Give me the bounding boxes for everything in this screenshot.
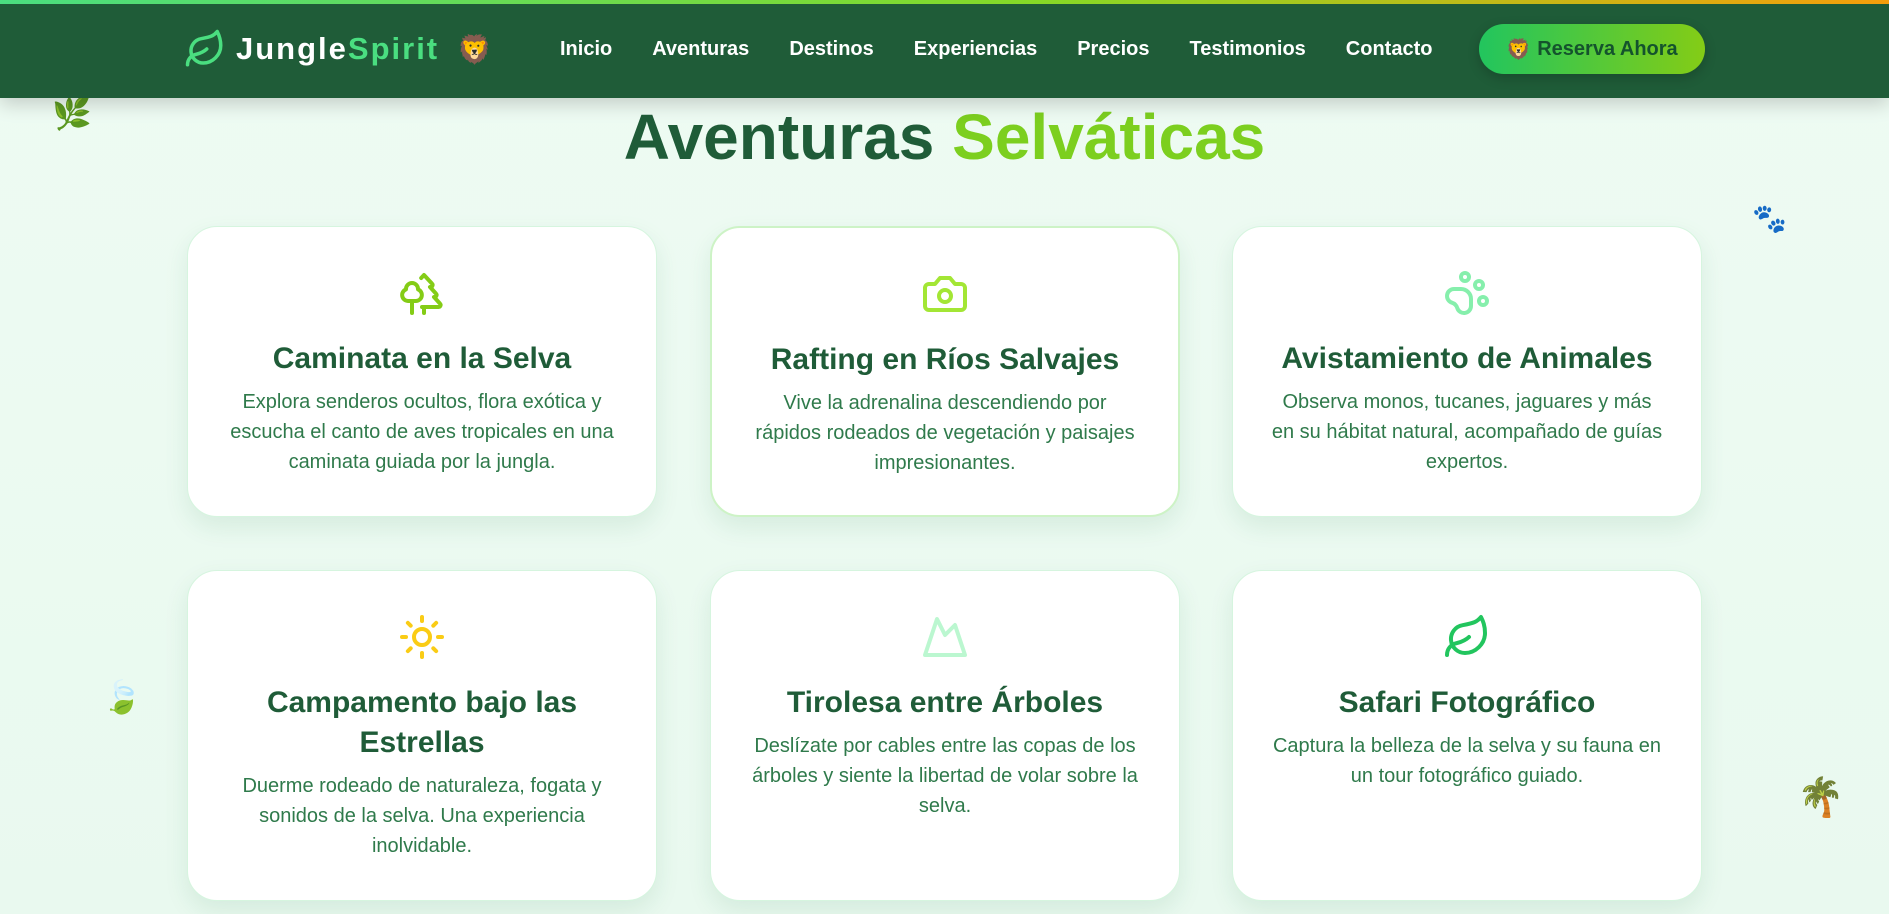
nav-link-destinos[interactable]: Destinos <box>789 38 873 61</box>
camera-icon <box>923 276 967 312</box>
nav-link-inicio[interactable]: Inicio <box>560 38 612 61</box>
leaf-deco-icon: 🍃 <box>102 679 142 715</box>
brand-name-part1: Jungle <box>236 31 348 66</box>
brand-name: JungleSpirit <box>236 31 439 67</box>
reserve-button[interactable]: 🦁 Reserva Ahora <box>1479 24 1705 74</box>
tree-icon <box>400 273 443 315</box>
activity-card[interactable]: Campamento bajo las Estrellas Duerme rod… <box>187 570 657 901</box>
activity-card[interactable]: Avistamiento de Animales Observa monos, … <box>1232 226 1702 517</box>
section-title-part1: Aventuras <box>623 101 935 173</box>
nav-link-contacto[interactable]: Contacto <box>1346 38 1433 61</box>
card-description: Observa monos, tucanes, jaguares y más e… <box>1271 391 1663 473</box>
brand-logo[interactable]: JungleSpirit 🦁 <box>184 24 492 74</box>
lion-icon: 🦁 <box>1506 38 1532 61</box>
nav-link-experiencias[interactable]: Experiencias <box>914 38 1037 61</box>
card-title: Tirolesa entre Árboles <box>786 686 1104 719</box>
nav-link-testimonios[interactable]: Testimonios <box>1189 38 1305 61</box>
card-title: Caminata en la Selva <box>272 342 572 375</box>
activity-card[interactable]: Tirolesa entre Árboles Deslízate por cab… <box>710 570 1180 901</box>
card-title: Avistamiento de Animales <box>1281 342 1653 375</box>
card-description: Deslízate por cables entre las copas de … <box>752 735 1138 817</box>
nav-link-precios[interactable]: Precios <box>1077 38 1149 61</box>
brand-name-part2: Spirit <box>347 31 440 66</box>
top-accent-bar <box>0 0 1889 4</box>
card-title: Rafting en Ríos Salvajes <box>770 343 1120 376</box>
reserve-button-label: Reserva Ahora <box>1537 37 1678 60</box>
sun-icon <box>400 615 444 659</box>
card-description: Explora senderos ocultos, flora exótica … <box>230 391 614 473</box>
section-title-part2: Selváticas <box>952 101 1266 173</box>
card-title: Safari Fotográfico <box>1338 686 1596 719</box>
lion-icon: 🦁 <box>457 33 493 65</box>
paw-icon <box>1445 271 1489 315</box>
paws-icon: 🐾 <box>1752 203 1787 234</box>
activity-card[interactable]: Safari Fotográfico Captura la belleza de… <box>1232 570 1702 901</box>
section-title: Aventuras Selváticas <box>0 100 1889 174</box>
palm-tree-icon: 🌴 <box>1797 777 1845 819</box>
nav-link-aventuras[interactable]: Aventuras <box>652 38 749 61</box>
activity-card[interactable]: Caminata en la Selva Explora senderos oc… <box>187 226 657 517</box>
leaf-logo-icon <box>185 29 223 67</box>
card-description: Captura la belleza de la selva y su faun… <box>1272 735 1662 787</box>
main-nav: Inicio Aventuras Destinos Experiencias P… <box>560 28 1432 70</box>
card-title: Campamento bajo las Estrellas <box>266 686 578 759</box>
card-description: Vive la adrenalina descendiendo por rápi… <box>755 392 1135 474</box>
card-description: Duerme rodeado de naturaleza, fogata y s… <box>242 775 602 857</box>
activity-card[interactable]: Rafting en Ríos Salvajes Vive la adrenal… <box>710 226 1180 517</box>
leaf-icon <box>1445 615 1487 657</box>
navbar: JungleSpirit 🦁 Inicio Aventuras Destinos… <box>0 0 1889 98</box>
mountain-icon <box>923 617 967 657</box>
